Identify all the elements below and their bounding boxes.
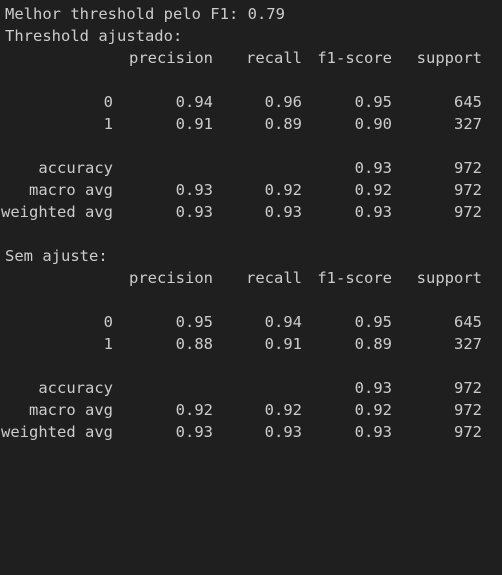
row-support: 645 [454, 313, 482, 331]
report-row: 1 0.88 0.91 0.89 327 [0, 333, 502, 355]
row-support: 645 [454, 93, 482, 111]
row-precision: 0.92 [175, 401, 213, 419]
row-precision: 0.93 [175, 423, 213, 441]
row-f1: 0.90 [354, 115, 392, 133]
row-precision: 0.93 [175, 203, 213, 221]
row-support: 972 [454, 379, 482, 397]
header-f1-score: f1-score [317, 49, 392, 67]
row-label: accuracy [38, 159, 113, 177]
row-support: 972 [454, 423, 482, 441]
report-row: 0 0.95 0.94 0.95 645 [0, 311, 502, 333]
row-f1: 0.92 [354, 181, 392, 199]
header-support: support [416, 49, 482, 67]
row-label: accuracy [38, 379, 113, 397]
header-recall: recall [246, 49, 302, 67]
row-precision: 0.91 [175, 115, 213, 133]
row-support: 972 [454, 181, 482, 199]
header-recall: recall [246, 269, 302, 287]
weighted-avg-row: weighted avg 0.93 0.93 0.93 972 [0, 421, 502, 443]
row-f1: 0.93 [354, 423, 392, 441]
report-row: 1 0.91 0.89 0.90 327 [0, 113, 502, 135]
row-support: 972 [454, 401, 482, 419]
row-f1: 0.95 [354, 313, 392, 331]
row-recall: 0.94 [264, 313, 302, 331]
macro-avg-row: macro avg 0.92 0.92 0.92 972 [0, 399, 502, 421]
best-threshold-line: Melhor threshold pelo F1: 0.79 [5, 5, 285, 23]
row-precision: 0.93 [175, 181, 213, 199]
row-precision: 0.88 [175, 335, 213, 353]
header-precision: precision [129, 49, 213, 67]
row-support: 972 [454, 203, 482, 221]
row-f1: 0.93 [354, 203, 392, 221]
row-label: macro avg [29, 401, 113, 419]
row-label: 0 [103, 313, 113, 331]
row-recall: 0.96 [264, 93, 302, 111]
cell-output: Melhor threshold pelo F1: 0.79 Threshold… [0, 0, 502, 456]
row-label: 0 [103, 93, 113, 111]
report-header-row: precision recall f1-score support [0, 47, 502, 69]
report-title: Threshold ajustado: [5, 27, 183, 45]
header-f1-score: f1-score [317, 269, 392, 287]
row-label: 1 [103, 335, 113, 353]
row-support: 327 [454, 115, 482, 133]
report-title: Sem ajuste: [5, 247, 108, 265]
row-label: weighted avg [1, 203, 113, 221]
row-recall: 0.92 [264, 181, 302, 199]
row-support: 327 [454, 335, 482, 353]
accuracy-row: accuracy 0.93 972 [0, 157, 502, 179]
row-f1: 0.92 [354, 401, 392, 419]
header-support: support [416, 269, 482, 287]
row-recall: 0.89 [264, 115, 302, 133]
row-precision: 0.94 [175, 93, 213, 111]
row-label: weighted avg [1, 423, 113, 441]
header-precision: precision [129, 269, 213, 287]
weighted-avg-row: weighted avg 0.93 0.93 0.93 972 [0, 201, 502, 223]
accuracy-row: accuracy 0.93 972 [0, 377, 502, 399]
row-f1: 0.95 [354, 93, 392, 111]
row-recall: 0.91 [264, 335, 302, 353]
macro-avg-row: macro avg 0.93 0.92 0.92 972 [0, 179, 502, 201]
row-support: 972 [454, 159, 482, 177]
row-f1: 0.93 [354, 159, 392, 177]
row-recall: 0.92 [264, 401, 302, 419]
row-label: 1 [103, 115, 113, 133]
row-label: macro avg [29, 181, 113, 199]
row-f1: 0.89 [354, 335, 392, 353]
row-precision: 0.95 [175, 313, 213, 331]
report-row: 0 0.94 0.96 0.95 645 [0, 91, 502, 113]
row-recall: 0.93 [264, 423, 302, 441]
row-recall: 0.93 [264, 203, 302, 221]
row-f1: 0.93 [354, 379, 392, 397]
report-header-row: precision recall f1-score support [0, 267, 502, 289]
